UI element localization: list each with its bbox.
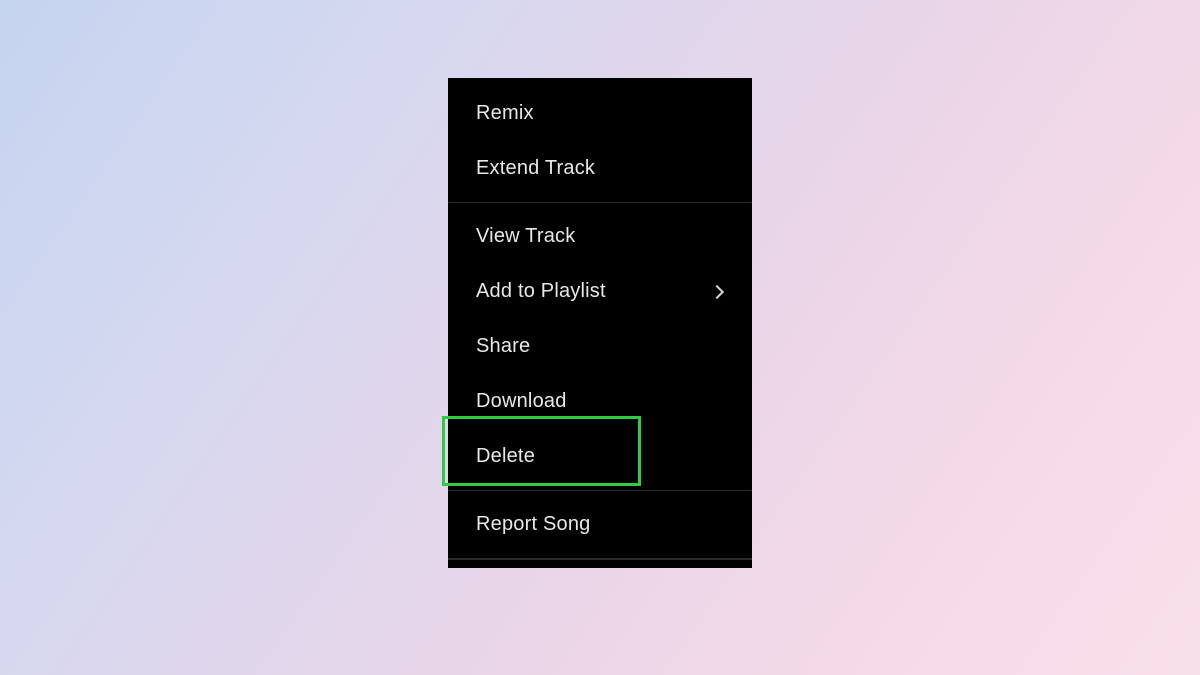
menu-item-add-to-playlist[interactable]: Add to Playlist bbox=[448, 264, 752, 319]
menu-item-label: Delete bbox=[476, 445, 535, 468]
menu-item-delete[interactable]: Delete bbox=[448, 429, 752, 484]
menu-item-share[interactable]: Share bbox=[448, 319, 752, 374]
menu-item-label: Report Song bbox=[476, 513, 591, 536]
context-menu: Remix Extend Track View Track Add to Pla… bbox=[448, 78, 752, 568]
menu-item-label: Remix bbox=[476, 102, 534, 125]
menu-item-report-song[interactable]: Report Song bbox=[448, 497, 752, 552]
chevron-right-icon bbox=[710, 284, 724, 298]
menu-item-label: Add to Playlist bbox=[476, 280, 606, 303]
menu-divider bbox=[448, 490, 752, 491]
menu-item-label: Extend Track bbox=[476, 157, 595, 180]
menu-bottom-line bbox=[448, 558, 752, 560]
menu-item-label: Share bbox=[476, 335, 530, 358]
menu-item-download[interactable]: Download bbox=[448, 374, 752, 429]
menu-item-label: Download bbox=[476, 390, 567, 413]
menu-item-label: View Track bbox=[476, 225, 575, 248]
menu-divider bbox=[448, 202, 752, 203]
menu-item-remix[interactable]: Remix bbox=[448, 86, 752, 141]
menu-item-extend-track[interactable]: Extend Track bbox=[448, 141, 752, 196]
menu-item-view-track[interactable]: View Track bbox=[448, 209, 752, 264]
